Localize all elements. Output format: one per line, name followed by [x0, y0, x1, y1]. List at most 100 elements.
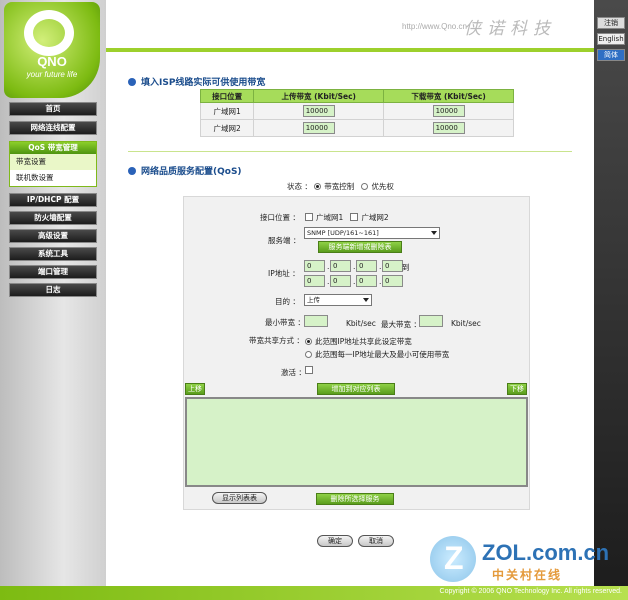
share-opt2-radio[interactable] [305, 351, 312, 358]
service-label: 服务端 ： [268, 236, 301, 245]
top-banner: http://www.Qno.cn 侠诺科技 [106, 0, 594, 48]
wan2-label: 广域网2 [361, 213, 389, 222]
mode-priority-label: 优先权 [371, 182, 394, 191]
share-opt1-radio[interactable] [305, 338, 312, 345]
logo-ring-icon [24, 10, 74, 56]
mode-label: 状态 ： [287, 182, 312, 191]
ip-start-octet-4[interactable]: 0 [382, 260, 403, 272]
wan2-checkbox[interactable] [350, 213, 359, 221]
share-label: 带宽共享方式 ： [249, 336, 304, 345]
english-button[interactable]: English [597, 33, 625, 45]
wan1-upload-input[interactable]: 10000 [302, 105, 335, 117]
banner-url: http://www.Qno.cn [402, 22, 467, 31]
wan1-label: 广域网1 [316, 213, 344, 222]
logout-button[interactable]: 注销 [597, 17, 625, 29]
menu-home[interactable]: 首页 [9, 102, 97, 116]
isp-row-name: 广域网2 [199, 119, 255, 137]
isp-header-down: 下载带宽 (Kbit/Sec) [383, 89, 514, 103]
wan1-checkbox[interactable] [305, 213, 313, 221]
iface-row: 广域网1 广域网2 [305, 212, 389, 223]
bullet-icon [128, 78, 136, 86]
left-sidebar: QNO your future life 首页 网络连线配置 QoS 带宽管理 … [0, 0, 106, 600]
mode-priority-radio[interactable] [361, 183, 369, 190]
menu-network[interactable]: 网络连线配置 [9, 121, 97, 135]
enable-row [305, 366, 316, 375]
bullet-icon [128, 167, 136, 175]
ip-label: IP地址 ： [268, 269, 300, 278]
delete-selected-button[interactable]: 删除所选择服务 [316, 493, 394, 505]
top-divider [106, 48, 594, 52]
min-bw-label: 最小带宽 ： [265, 318, 305, 327]
right-bar: 注销 English 简体 [594, 0, 628, 600]
cancel-button[interactable]: 取消 [358, 535, 394, 547]
simplified-button[interactable]: 简体 [597, 49, 625, 61]
menu-qos-group: QoS 带宽管理 带宽设置 联机数设置 [9, 141, 97, 187]
menu-firewall[interactable]: 防火墙配置 [9, 211, 97, 225]
service-edit-button[interactable]: 服务端新增或删除表 [318, 241, 402, 253]
max-bw-label: 最大带宽 ： [381, 320, 421, 329]
move-up-button[interactable]: 上移 [185, 383, 205, 395]
ip-start-octet-3[interactable]: 0 [356, 260, 377, 272]
ok-button[interactable]: 确定 [317, 535, 353, 547]
mode-row: 状态 ： 带宽控制 优先权 [287, 181, 394, 192]
menu-log[interactable]: 日志 [9, 283, 97, 297]
footer-bar: Copyright © 2006 QNO Technology Inc. All… [0, 586, 628, 600]
menu-qos[interactable]: QoS 带宽管理 [10, 142, 96, 154]
show-table-button[interactable]: 显示列表表 [212, 492, 267, 504]
qos-section-title: 网络品质服务配置(QoS) [128, 164, 242, 177]
ip-start-octet-2[interactable]: 0 [330, 260, 351, 272]
iface-label: 接口位置 ： [260, 213, 300, 222]
ip-end-octet-4[interactable]: 0 [382, 275, 403, 287]
min-bw-input[interactable] [304, 315, 328, 327]
chevron-down-icon [431, 231, 437, 235]
zol-logo-letter: Z [444, 540, 464, 576]
zol-watermark: Z ZOL.com.cn 中关村在线 [430, 536, 620, 584]
wan1-download-input[interactable]: 10000 [432, 105, 465, 117]
max-bw-unit: Kbit/sec [451, 319, 481, 328]
section-divider [128, 151, 572, 152]
share-opt1-row: 此范围IP地址共享此设定带宽 [305, 336, 412, 347]
ip-end-octet-2[interactable]: 0 [330, 275, 351, 287]
menu-advanced[interactable]: 高级设置 [9, 229, 97, 243]
logo-slogan: your future life [26, 70, 78, 79]
banner-cn-name: 侠诺科技 [464, 19, 556, 39]
menu-qos-sessions[interactable]: 联机数设置 [10, 170, 96, 186]
ip-end-octet-1[interactable]: 0 [304, 275, 325, 287]
zol-domain: ZOL.com.cn [482, 540, 610, 565]
copyright-text: Copyright © 2006 QNO Technology Inc. All… [439, 588, 622, 595]
share-opt2-label: 此范围每一IP地址最大及最小可使用带宽 [315, 350, 450, 359]
add-to-list-button[interactable]: 增加到对应列表 [317, 383, 395, 395]
zol-cn-name: 中关村在线 [492, 568, 563, 582]
ip-to-label: 到 [402, 263, 410, 272]
isp-row-name: 广域网1 [199, 102, 255, 120]
service-select[interactable]: SNMP [UDP/161~161] [304, 227, 440, 239]
wan2-download-input[interactable]: 10000 [432, 122, 465, 134]
enable-label: 激活 ： [281, 368, 306, 377]
enable-checkbox[interactable] [305, 366, 313, 374]
min-bw-unit: Kbit/sec [346, 319, 376, 328]
direction-label: 目的 ： [275, 297, 300, 306]
share-opt1-label: 此范围IP地址共享此设定带宽 [315, 337, 412, 346]
move-down-button[interactable]: 下移 [507, 383, 527, 395]
table-row: 广域网2 10000 10000 [199, 119, 514, 137]
wan2-upload-input[interactable]: 10000 [302, 122, 335, 134]
menu-port[interactable]: 端口管理 [9, 265, 97, 279]
isp-bandwidth-table: 接口位置 上传带宽 (Kbit/Sec) 下载带宽 (Kbit/Sec) 广域网… [199, 89, 514, 137]
mode-bandwidth-radio[interactable] [314, 183, 322, 190]
ip-start-octet-1[interactable]: 0 [304, 260, 325, 272]
isp-section-title: 填入ISP线路实际可供使用带宽 [128, 75, 265, 88]
max-bw-input[interactable] [419, 315, 443, 327]
share-opt2-row: 此范围每一IP地址最大及最小可使用带宽 [305, 349, 449, 360]
logo-brand: QNO [37, 54, 67, 69]
table-row: 广域网1 10000 10000 [199, 102, 514, 120]
chevron-down-icon [363, 298, 369, 302]
menu-qos-bandwidth[interactable]: 带宽设置 [10, 154, 96, 170]
qno-logo: QNO your future life [4, 2, 100, 98]
isp-header-iface: 接口位置 [199, 89, 255, 103]
menu-ipdhcp[interactable]: IP/DHCP 配置 [9, 193, 97, 207]
menu-tools[interactable]: 系统工具 [9, 247, 97, 261]
mode-bandwidth-label: 带宽控制 [324, 182, 355, 191]
ip-end-octet-3[interactable]: 0 [356, 275, 377, 287]
rule-listbox[interactable] [185, 397, 528, 487]
direction-select[interactable]: 上传 [304, 294, 372, 306]
